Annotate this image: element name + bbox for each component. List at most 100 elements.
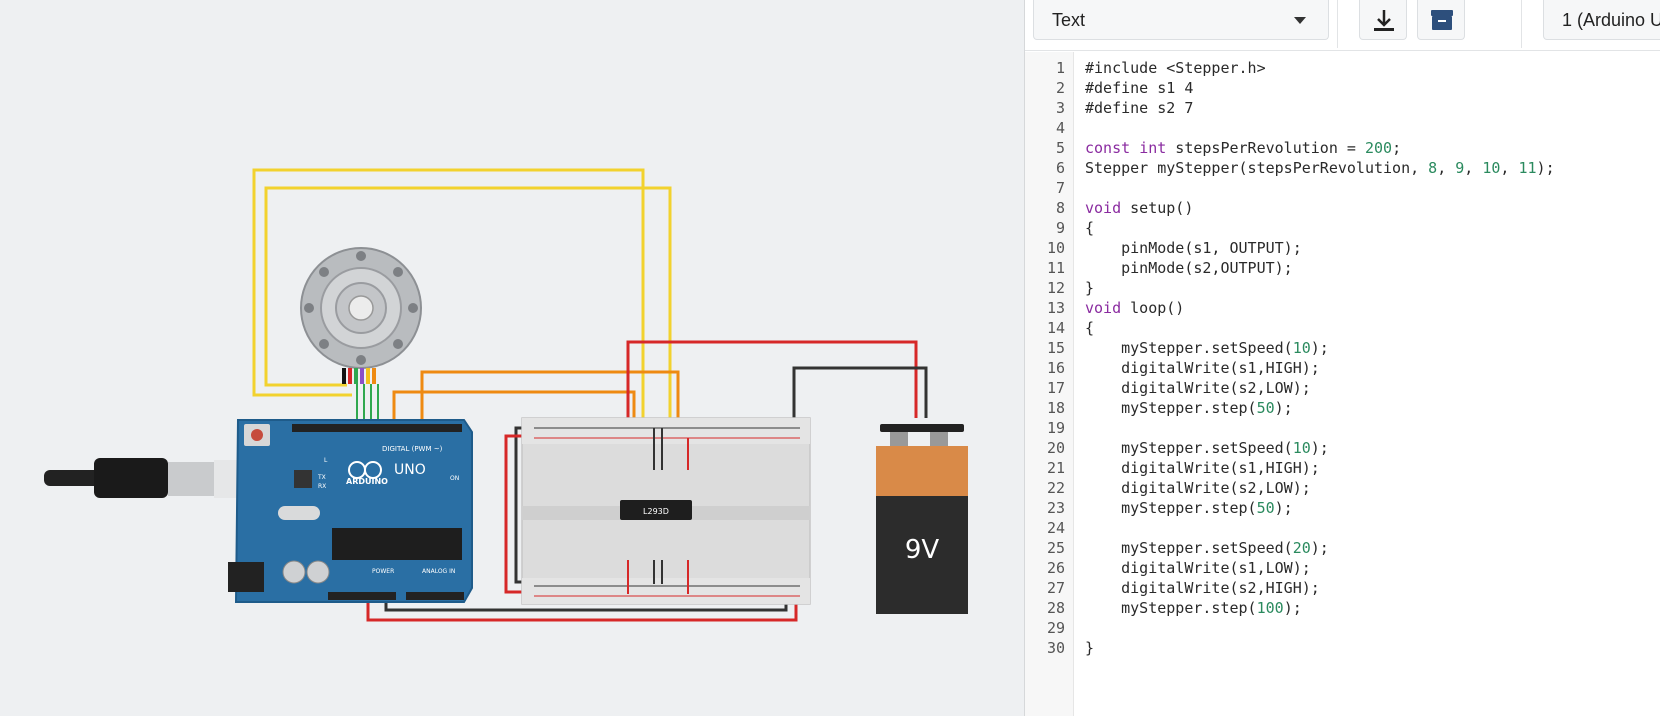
- code-text: pinMode(s1, OUTPUT);: [1085, 239, 1302, 257]
- code-number: 10: [1482, 159, 1501, 177]
- code-number: 8: [1428, 159, 1438, 177]
- code-text: );: [1283, 599, 1302, 617]
- line-number: 15: [1046, 339, 1065, 357]
- code-toolbar: Text 1 (Arduino Uno R3): [1025, 0, 1660, 51]
- code-text: myStepper.setSpeed(: [1085, 339, 1293, 357]
- code-text: loop(): [1121, 299, 1185, 317]
- line-number: 22: [1046, 479, 1065, 497]
- code-text: stepsPerRevolution =: [1166, 139, 1365, 157]
- code-text: digitalWrite(s2,HIGH);: [1085, 579, 1320, 597]
- code-text: );: [1274, 499, 1293, 517]
- code-line: digitalWrite(s1,LOW);: [1085, 558, 1311, 578]
- line-number: 26: [1046, 559, 1065, 577]
- on-label: ON: [450, 475, 459, 482]
- breadboard[interactable]: L293D: [521, 417, 811, 605]
- circuit-diagram[interactable]: ARDUINO UNO DIGITAL (PWM ~) POWER ANALOG…: [0, 0, 1024, 716]
- stepper-motor[interactable]: [300, 247, 422, 384]
- code-keyword: int: [1139, 139, 1167, 157]
- line-number: 8: [1055, 199, 1065, 217]
- code-line: {: [1085, 218, 1094, 238]
- line-number: 11: [1046, 259, 1065, 277]
- line-number: 9: [1055, 219, 1065, 237]
- code-text: }: [1085, 279, 1095, 297]
- line-number: 17: [1046, 379, 1065, 397]
- download-button[interactable]: [1359, 0, 1407, 40]
- code-text: #define s2 7: [1085, 99, 1194, 117]
- code-line: void setup(): [1085, 198, 1193, 218]
- code-text: {: [1085, 219, 1095, 237]
- code-text: Stepper myStepper(stepsPerRevolution,: [1085, 159, 1429, 177]
- code-text: #define s1 4: [1085, 79, 1194, 97]
- line-number: 25: [1046, 539, 1065, 557]
- line-number: 6: [1055, 159, 1065, 177]
- black-wire-battery[interactable]: [792, 366, 928, 428]
- chip-label: L293D: [643, 507, 669, 516]
- power-label: POWER: [372, 568, 394, 575]
- code-text: digitalWrite(s2,LOW);: [1085, 379, 1311, 397]
- code-line: void loop(): [1085, 298, 1184, 318]
- code-text: ,: [1464, 159, 1483, 177]
- code-text: );: [1310, 339, 1329, 357]
- code-line: myStepper.step(50);: [1085, 398, 1293, 418]
- green-wires[interactable]: [356, 384, 379, 425]
- circuit-canvas[interactable]: ARDUINO UNO DIGITAL (PWM ~) POWER ANALOG…: [0, 0, 1024, 716]
- code-text: ;: [1392, 139, 1402, 157]
- code-text: );: [1310, 439, 1329, 457]
- code-line: }: [1085, 638, 1094, 658]
- code-line: myStepper.step(50);: [1085, 498, 1293, 518]
- digital-label: DIGITAL (PWM ~): [382, 445, 443, 453]
- code-line: pinMode(s1, OUTPUT);: [1085, 238, 1302, 258]
- code-line: myStepper.setSpeed(10);: [1085, 438, 1329, 458]
- code-text: myStepper.step(: [1085, 499, 1257, 517]
- line-number: 30: [1046, 639, 1065, 657]
- arduino-board[interactable]: ARDUINO UNO DIGITAL (PWM ~) POWER ANALOG…: [228, 419, 473, 603]
- code-text: digitalWrite(s2,LOW);: [1085, 479, 1311, 497]
- line-number: 1: [1055, 59, 1065, 77]
- code-line: digitalWrite(s1,HIGH);: [1085, 358, 1320, 378]
- battery-9v[interactable]: 9V: [876, 424, 968, 614]
- code-number: 10: [1292, 339, 1311, 357]
- library-icon: [1431, 10, 1453, 30]
- code-text: digitalWrite(s1,HIGH);: [1085, 459, 1320, 477]
- code-text: digitalWrite(s1,LOW);: [1085, 559, 1311, 577]
- code-number: 10: [1292, 439, 1311, 457]
- code-keyword: void: [1085, 299, 1122, 317]
- line-number: 20: [1046, 439, 1065, 457]
- line-number: 7: [1055, 179, 1065, 197]
- usb-cable[interactable]: [44, 458, 240, 498]
- code-text: myStepper.step(: [1085, 599, 1257, 617]
- line-number: 19: [1046, 419, 1065, 437]
- toolbar-divider: [1337, 0, 1338, 48]
- line-number: 16: [1046, 359, 1065, 377]
- code-text: myStepper.setSpeed(: [1085, 439, 1293, 457]
- editor-mode-select[interactable]: Text: [1033, 0, 1329, 40]
- code-number: 100: [1256, 599, 1284, 617]
- line-number: 29: [1046, 619, 1065, 637]
- battery-label: 9V: [905, 535, 940, 565]
- line-number: 23: [1046, 499, 1065, 517]
- line-number: 27: [1046, 579, 1065, 597]
- code-text: {: [1085, 319, 1095, 337]
- chevron-down-icon: [1294, 17, 1306, 24]
- code-text: );: [1274, 399, 1293, 417]
- device-select-value: 1 (Arduino Uno R3): [1562, 10, 1660, 30]
- code-line: digitalWrite(s1,HIGH);: [1085, 458, 1320, 478]
- arduino-model: UNO: [394, 462, 426, 478]
- code-text: );: [1536, 159, 1555, 177]
- library-button[interactable]: [1417, 0, 1465, 40]
- code-line: const int stepsPerRevolution = 200;: [1085, 138, 1401, 158]
- code-text: #include <Stepper.h>: [1085, 59, 1266, 77]
- code-line: myStepper.setSpeed(10);: [1085, 338, 1329, 358]
- code-line: #include <Stepper.h>: [1085, 58, 1266, 78]
- code-text: );: [1310, 539, 1329, 557]
- code-number: 50: [1256, 499, 1275, 517]
- code-number: 200: [1364, 139, 1393, 157]
- code-text: setup(): [1121, 199, 1194, 217]
- code-text: myStepper.setSpeed(: [1085, 539, 1293, 557]
- line-number: 4: [1055, 119, 1065, 137]
- code-panel: Text 1 (Arduino Uno R3) 1234567891011121…: [1024, 0, 1660, 716]
- code-number: 11: [1518, 159, 1537, 177]
- device-select[interactable]: 1 (Arduino Uno R3): [1543, 0, 1660, 40]
- code-text: ,: [1437, 159, 1456, 177]
